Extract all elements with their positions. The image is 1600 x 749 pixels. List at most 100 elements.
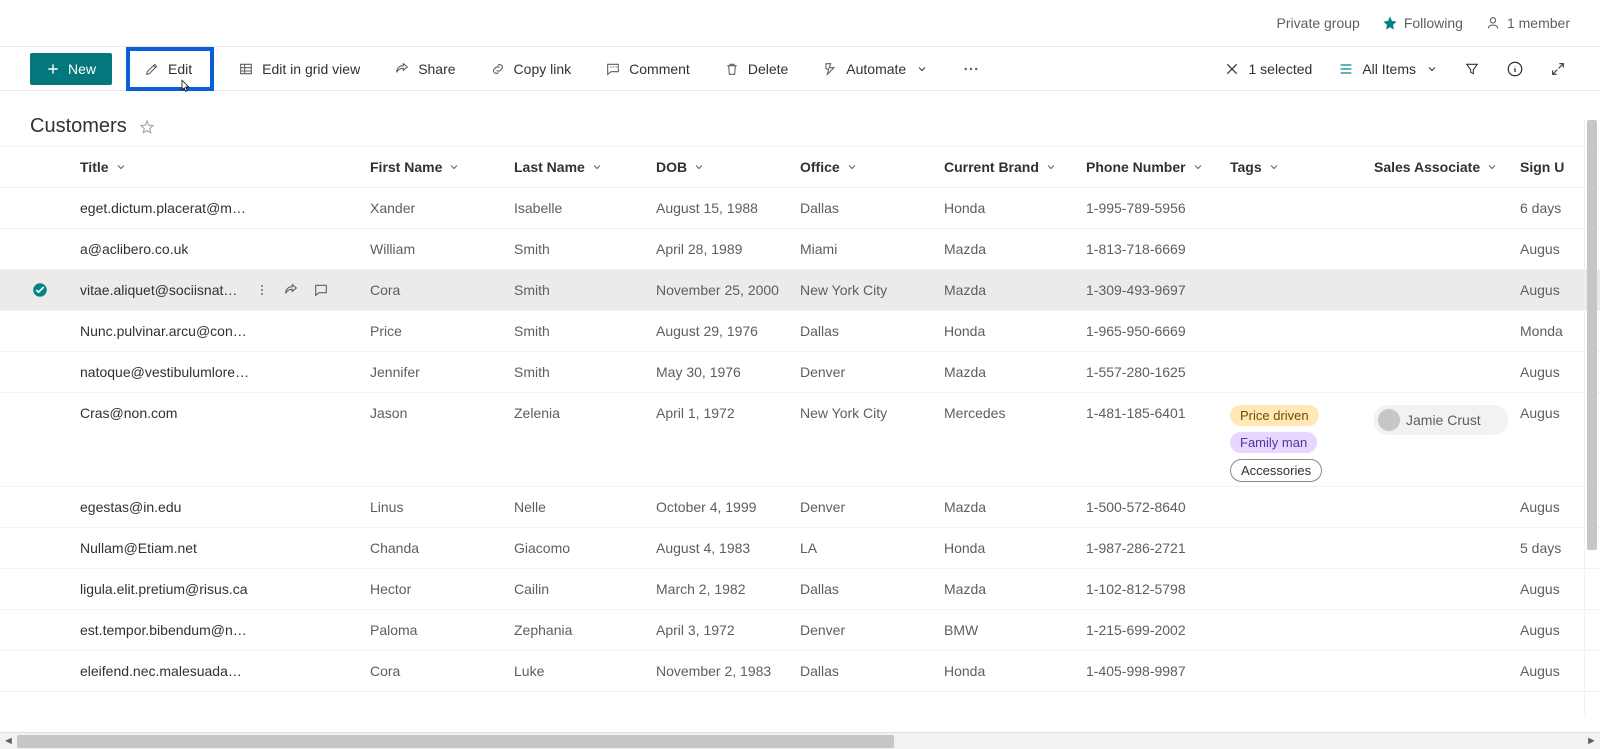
tag-pill[interactable]: Price driven: [1230, 405, 1319, 426]
table-row[interactable]: ↗eget.dictum.placerat@mattis.caXanderIsa…: [0, 188, 1600, 229]
table-row[interactable]: ↗natoque@vestibulumlorem.eduJenniferSmit…: [0, 352, 1600, 393]
cell-title[interactable]: ↗vitae.aliquet@sociisnato…: [80, 278, 370, 302]
scroll-left-arrow[interactable]: ◄: [0, 733, 17, 749]
pencil-icon: [144, 61, 160, 77]
expand-button[interactable]: [1546, 57, 1570, 81]
checkmark-circle-icon[interactable]: [31, 281, 49, 299]
table-row[interactable]: ↗Nunc.pulvinar.arcu@conubianostraper.edu…: [0, 311, 1600, 352]
cell-office: Dallas: [800, 577, 944, 601]
table-row[interactable]: ↗vitae.aliquet@sociisnato…CoraSmithNovem…: [0, 270, 1600, 311]
cell-title[interactable]: ↗Cras@non.com: [80, 401, 370, 425]
col-header-title[interactable]: Title: [80, 155, 370, 179]
cell-title[interactable]: ↗eget.dictum.placerat@mattis.ca: [80, 196, 370, 220]
cell-dob: August 15, 1988: [656, 196, 800, 220]
share-button[interactable]: Share: [384, 55, 465, 83]
share-icon[interactable]: [283, 282, 299, 298]
more-commands-button[interactable]: [952, 54, 990, 84]
col-header-first[interactable]: First Name: [370, 155, 514, 179]
cell-last: Cailin: [514, 577, 656, 601]
copy-link-button[interactable]: Copy link: [480, 55, 582, 83]
col-header-assoc[interactable]: Sales Associate: [1374, 155, 1516, 179]
item-indicator-icon: ↗: [80, 577, 81, 584]
col-header-last[interactable]: Last Name: [514, 155, 656, 179]
cell-last: Zephania: [514, 618, 656, 642]
item-title-link[interactable]: natoque@vestibulumlorem.edu: [80, 364, 250, 380]
horizontal-scrollbar[interactable]: ◄ ►: [0, 732, 1600, 749]
view-selector[interactable]: All Items: [1334, 57, 1442, 81]
cell-first: Cora: [370, 278, 514, 302]
copy-link-label: Copy link: [514, 61, 572, 77]
item-title-link[interactable]: a@aclibero.co.uk: [80, 241, 188, 257]
following-toggle[interactable]: Following: [1382, 15, 1463, 31]
clear-selection-button[interactable]: 1 selected: [1220, 57, 1316, 81]
item-title-link[interactable]: Cras@non.com: [80, 405, 177, 421]
item-indicator-icon: ↗: [80, 196, 81, 203]
col-header-brand[interactable]: Current Brand: [944, 155, 1086, 179]
tag-pill[interactable]: Accessories: [1230, 459, 1322, 482]
person-chip[interactable]: Jamie Crust: [1374, 405, 1508, 435]
table-row[interactable]: ↗Cras@non.comJasonZeleniaApril 1, 1972Ne…: [0, 393, 1600, 487]
cell-brand: Mazda: [944, 278, 1086, 302]
item-title-link[interactable]: eleifend.nec.malesuada@atrisus.ca: [80, 663, 250, 679]
col-header-dob[interactable]: DOB: [656, 155, 800, 179]
edit-button[interactable]: Edit: [126, 47, 214, 91]
cell-brand: Honda: [944, 319, 1086, 343]
table-row[interactable]: ↗a@aclibero.co.ukWilliamSmithApril 28, 1…: [0, 229, 1600, 270]
cell-title[interactable]: ↗a@aclibero.co.uk: [80, 237, 370, 261]
cell-title[interactable]: ↗ligula.elit.pretium@risus.ca: [80, 577, 370, 601]
cell-title[interactable]: ↗egestas@in.edu: [80, 495, 370, 519]
cell-phone: 1-965-950-6669: [1086, 319, 1230, 343]
cell-sales-associate: [1374, 327, 1516, 335]
item-title-link[interactable]: Nunc.pulvinar.arcu@conubianostraper.edu: [80, 323, 250, 339]
item-title-link[interactable]: Nullam@Etiam.net: [80, 540, 197, 556]
edit-grid-button[interactable]: Edit in grid view: [228, 55, 370, 83]
info-button[interactable]: [1502, 56, 1528, 82]
scroll-thumb[interactable]: [1587, 120, 1597, 550]
col-header-phone[interactable]: Phone Number: [1086, 155, 1230, 179]
table-row[interactable]: ↗Nullam@Etiam.netChandaGiacomoAugust 4, …: [0, 528, 1600, 569]
item-title-link[interactable]: vitae.aliquet@sociisnato…: [80, 282, 245, 298]
comment-button[interactable]: Comment: [595, 55, 700, 83]
ellipsis-vertical-icon[interactable]: [255, 283, 269, 297]
chevron-down-icon: [846, 161, 858, 173]
new-button[interactable]: New: [30, 53, 112, 85]
col-header-office[interactable]: Office: [800, 155, 944, 179]
table-row[interactable]: ↗est.tempor.bibendum@neccursusa.comPalom…: [0, 610, 1600, 651]
automate-button[interactable]: Automate: [812, 55, 938, 83]
cell-title[interactable]: ↗Nunc.pulvinar.arcu@conubianostraper.edu: [80, 319, 370, 343]
cell-tags: [1230, 327, 1374, 335]
col-header-tags[interactable]: Tags: [1230, 155, 1374, 179]
delete-button[interactable]: Delete: [714, 55, 798, 83]
scroll-thumb[interactable]: [17, 735, 894, 748]
members-count[interactable]: 1 member: [1485, 15, 1570, 31]
star-outline-icon[interactable]: [139, 119, 155, 135]
item-title-link[interactable]: eget.dictum.placerat@mattis.ca: [80, 200, 250, 216]
scroll-right-arrow[interactable]: ►: [1583, 733, 1600, 749]
cell-dob: October 4, 1999: [656, 495, 800, 519]
cell-title[interactable]: ↗Nullam@Etiam.net: [80, 536, 370, 560]
cell-office: New York City: [800, 278, 944, 302]
cell-title[interactable]: ↗est.tempor.bibendum@neccursusa.com: [80, 618, 370, 642]
share-label: Share: [418, 61, 455, 77]
cell-brand: BMW: [944, 618, 1086, 642]
vertical-scrollbar[interactable]: [1584, 120, 1600, 715]
item-indicator-icon: ↗: [80, 618, 81, 625]
cell-office: Miami: [800, 237, 944, 261]
link-icon: [490, 61, 506, 77]
item-title-link[interactable]: ligula.elit.pretium@risus.ca: [80, 581, 248, 597]
table-row[interactable]: ↗egestas@in.eduLinusNelleOctober 4, 1999…: [0, 487, 1600, 528]
table-row[interactable]: ↗ligula.elit.pretium@risus.caHectorCaili…: [0, 569, 1600, 610]
cell-title[interactable]: ↗eleifend.nec.malesuada@atrisus.ca: [80, 659, 370, 683]
tag-pill[interactable]: Family man: [1230, 432, 1317, 453]
table-row[interactable]: ↗eleifend.nec.malesuada@atrisus.caCoraLu…: [0, 651, 1600, 692]
comment-icon[interactable]: [313, 282, 329, 298]
cell-first: William: [370, 237, 514, 261]
cell-first: Xander: [370, 196, 514, 220]
cell-title[interactable]: ↗natoque@vestibulumlorem.edu: [80, 360, 370, 384]
item-title-link[interactable]: egestas@in.edu: [80, 499, 181, 515]
edit-grid-label: Edit in grid view: [262, 61, 360, 77]
cell-tags: [1230, 286, 1374, 294]
item-title-link[interactable]: est.tempor.bibendum@neccursusa.com: [80, 622, 250, 638]
cell-dob: April 28, 1989: [656, 237, 800, 261]
filter-button[interactable]: [1460, 57, 1484, 81]
